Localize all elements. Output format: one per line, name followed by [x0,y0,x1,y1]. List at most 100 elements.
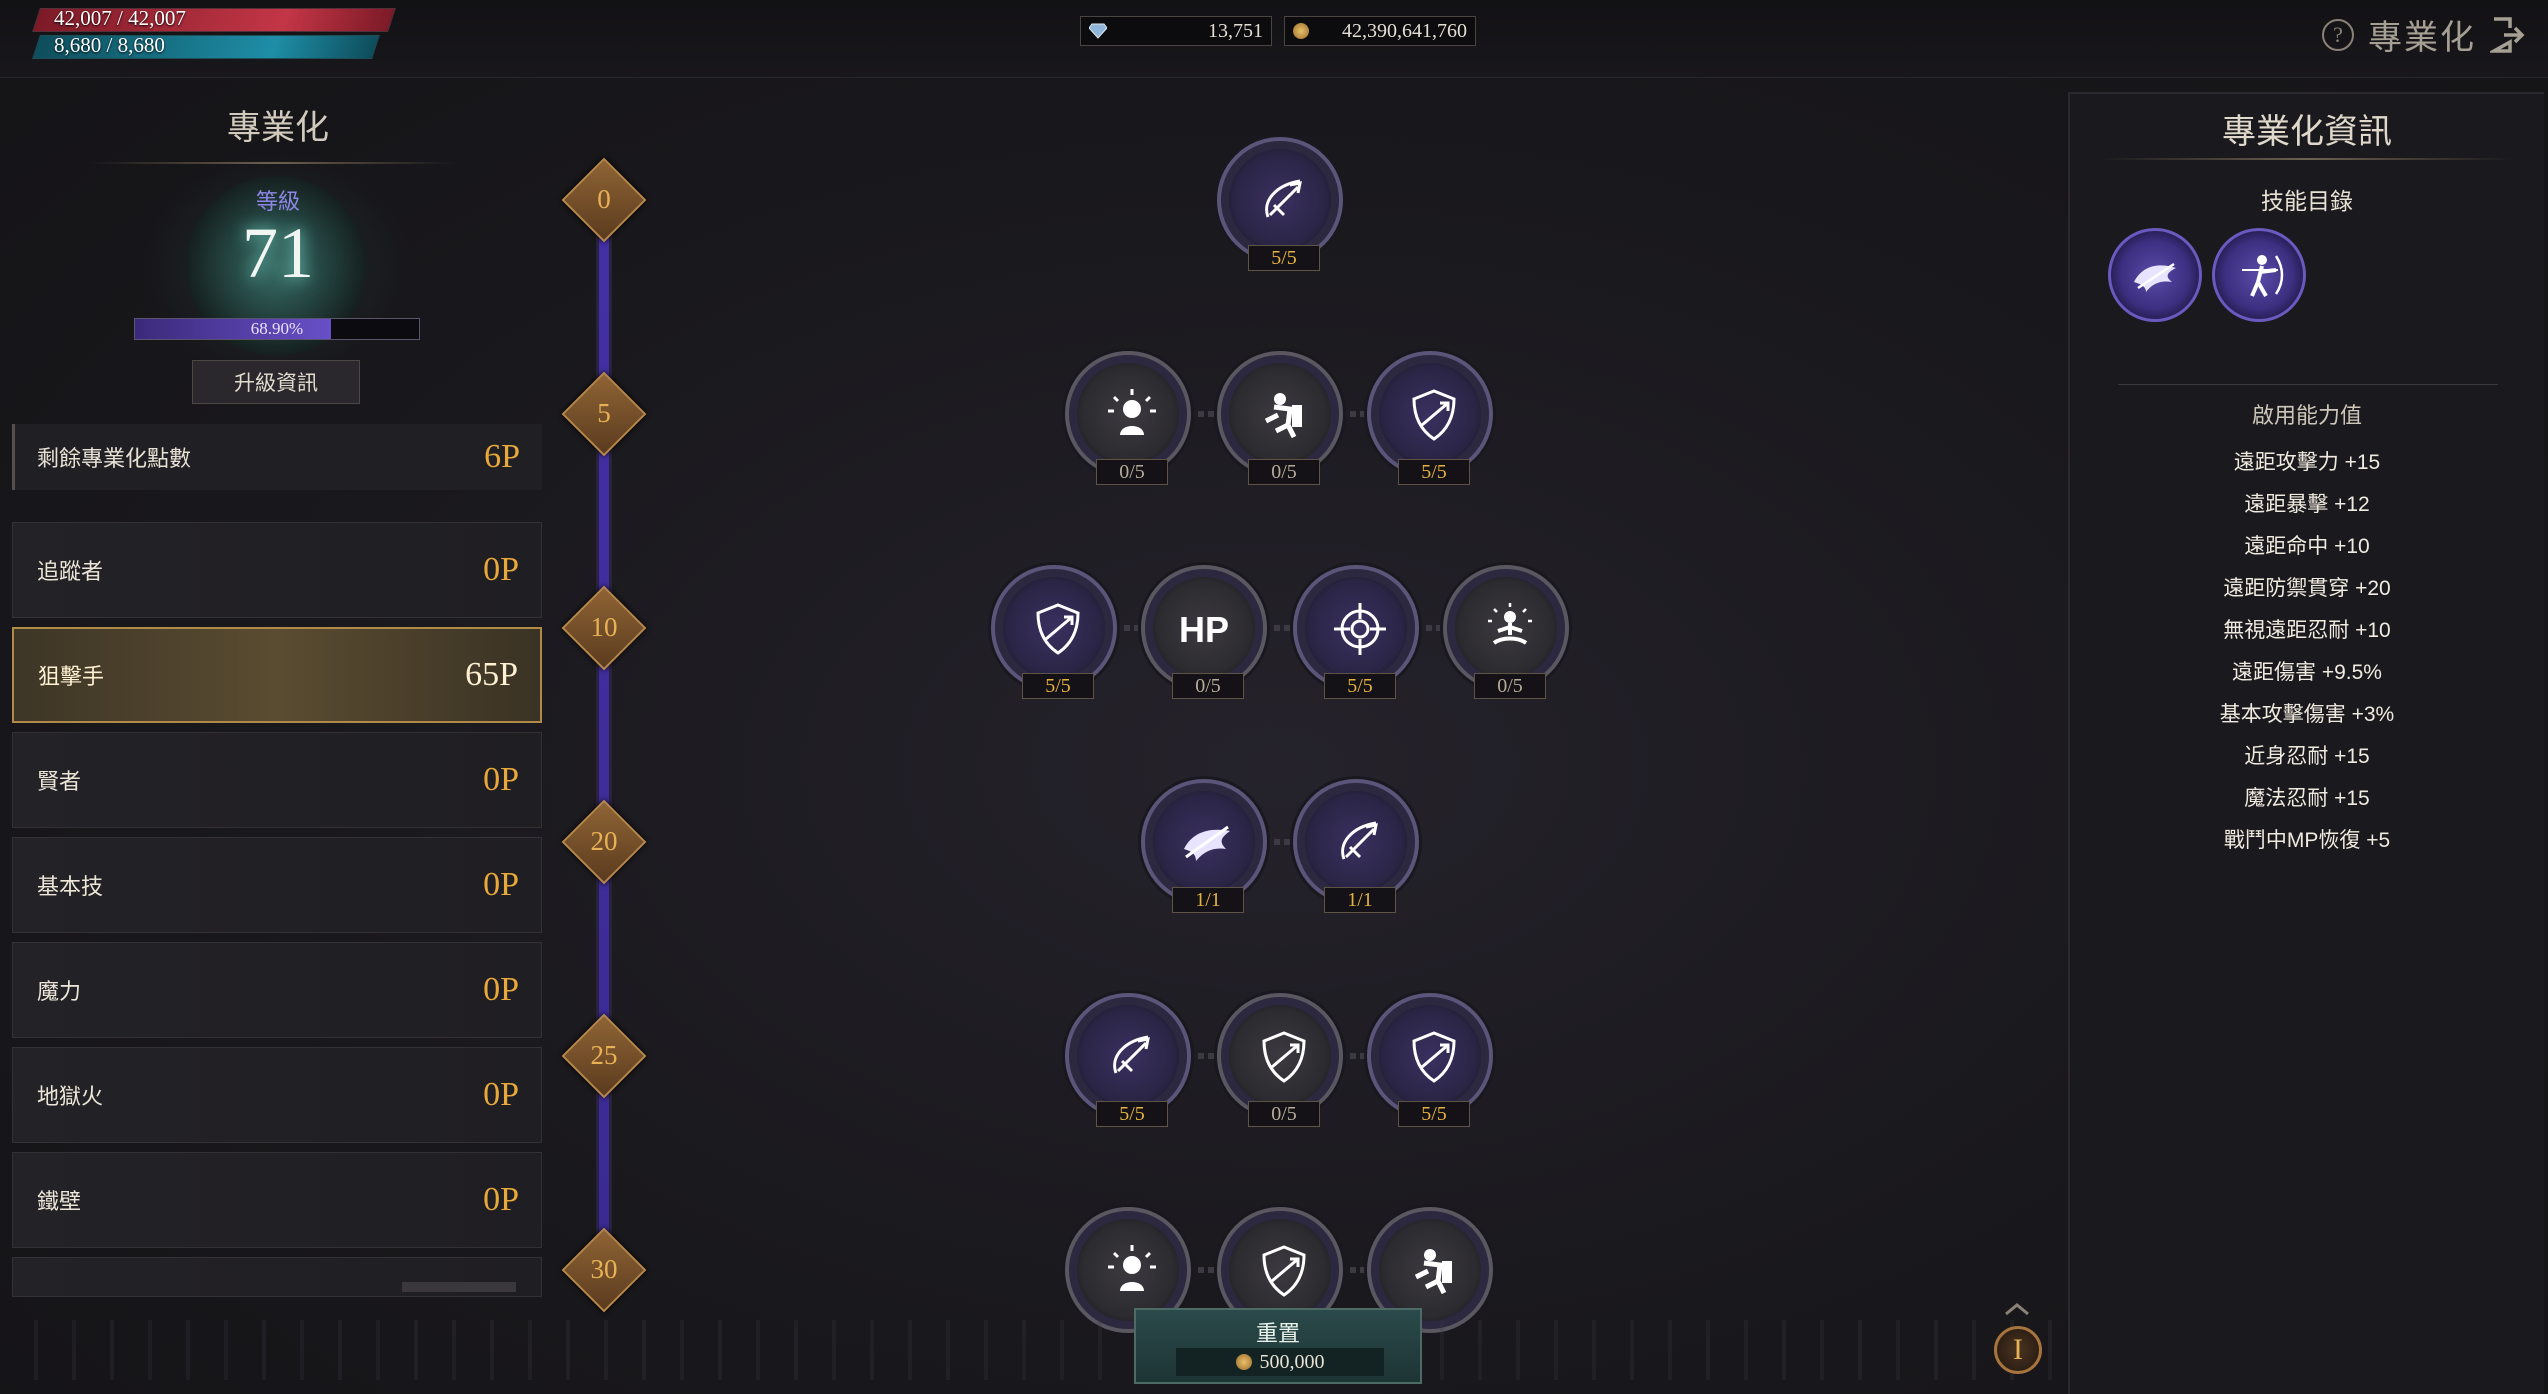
skill-level-badge: 5/5 [1248,245,1320,271]
chevron-up-icon[interactable] [2004,1302,2030,1316]
skill-level-badge: 5/5 [1324,673,1396,699]
stat-line: 無視遠距忍耐 +10 [2223,619,2391,642]
level-track [596,196,612,1294]
level-marker-number: 25 [590,1040,618,1070]
stat-line: 魔法忍耐 +15 [2244,787,2370,810]
node-connector [1264,625,1296,631]
skill-node[interactable]: 5/5 [1217,137,1343,271]
skill-level-badge: 1/1 [1324,887,1396,913]
top-bar: 42,007 / 42,007 8,680 / 8,680 13,751 42,… [0,0,2548,78]
gem-currency: 13,751 [1080,16,1272,46]
spec-item-points: 0P [483,1076,519,1113]
skill-node[interactable]: 5/5 [1367,993,1493,1127]
question-circle-icon[interactable]: ? [2322,18,2354,51]
reset-button[interactable]: 重置 500,000 [1134,1308,1422,1384]
spec-item-points: 0P [483,866,519,903]
node-connector [1114,625,1144,631]
info-button[interactable]: I [1994,1326,2042,1374]
skill-level-badge: 5/5 [1022,673,1094,699]
panel-title: 專業化 [227,110,329,147]
stats-list: 遠距攻擊力 +15 遠距暴擊 +12 遠距命中 +10 遠距防禦貫穿 +20 無… [2070,442,2544,862]
level-marker-number: 5 [597,398,611,428]
mp-text: 8,680 / 8,680 [54,33,165,57]
meditate-icon [1488,603,1532,645]
skill-node[interactable]: 0/5 [1217,993,1343,1127]
node-connector [1264,839,1296,845]
spec-item-label: 基本技 [37,874,104,899]
spec-item-label: 地獄火 [37,1084,104,1109]
stat-line: 遠距暴擊 +12 [2244,493,2370,516]
skill-node[interactable]: 1/1 [1293,779,1419,913]
skill-node[interactable]: 5/5 [1065,993,1191,1127]
spec-item-points: 0P [483,761,519,798]
skill-node[interactable]: 0/5 [1443,565,1569,699]
spec-item-sage[interactable]: 賢者 0P [12,732,542,828]
skill-node[interactable]: 1/1 [1141,779,1267,913]
skill-level-badge: 5/5 [1398,1101,1470,1127]
node-connector [1416,625,1446,631]
skill-level-badge: 0/5 [1248,1101,1320,1127]
skill-node[interactable]: 0/5 [1065,351,1191,485]
burst-person-icon [1108,1245,1156,1291]
remaining-points-label: 剩餘專業化點數 [37,446,192,471]
skill-node[interactable]: 5/5 [1293,565,1419,699]
node-connector [1188,411,1220,417]
gold-currency: 42,390,641,760 [1284,16,1476,46]
crosshair-icon [1334,603,1386,655]
stat-line: 遠距防禦貫穿 +20 [2223,577,2391,600]
reset-cost-value: 500,000 [1259,1351,1325,1373]
spec-item-label: 追蹤者 [37,559,104,584]
skill-level-badge: 0/5 [1172,673,1244,699]
bow-icon [1113,1035,1150,1074]
gem-amount: 13,751 [1208,19,1263,42]
skill-node[interactable]: 5/5 [991,565,1117,699]
hp-text: 42,007 / 42,007 [54,6,186,30]
stat-line: 遠距攻擊力 +15 [2233,451,2381,474]
exp-percent: 68.90% [250,319,304,338]
node-connector [1340,1053,1370,1059]
specialization-list: 追蹤者 0P 狙擊手 65P 賢者 0P 基本技 0P 魔力 0P 地獄火 0P… [12,522,542,1306]
exit-door-icon[interactable] [2490,16,2528,54]
scroll-tab [402,1282,516,1292]
spec-item-points: 0P [483,971,519,1008]
level-marker-number: 0 [597,184,611,214]
skill-level-badge: 5/5 [1398,459,1470,485]
spec-item-hellfire[interactable]: 地獄火 0P [12,1047,542,1143]
crouch-guard-icon [1414,1249,1452,1295]
remaining-points-value: 6P [484,438,520,475]
crouch-guard-icon [1264,393,1302,439]
section-divider [2118,384,2498,385]
spec-item-basic-skill[interactable]: 基本技 0P [12,837,542,933]
level-info-button[interactable]: 升級資訊 [192,360,360,404]
dragon-shot-icon[interactable] [2108,228,2202,322]
level-number: 71 [242,213,314,293]
gold-coin-icon [1293,23,1309,39]
title-divider [2100,158,2516,160]
bow-icon [1341,821,1378,860]
reset-label: 重置 [1255,1321,1300,1346]
spec-item-magic[interactable]: 魔力 0P [12,942,542,1038]
bow-icon [1265,179,1302,218]
spec-item-points: 0P [483,1181,519,1218]
stat-line: 基本攻擊傷害 +3% [2219,703,2395,726]
spec-item-sniper[interactable]: 狙擊手 65P [12,627,542,723]
reset-cost: 500,000 [1176,1348,1384,1376]
spec-info-panel: 專業化資訊 技能目錄 啟用能力值 遠距攻擊力 +15 遠距暴擊 +12 遠距命中… [2068,92,2544,1394]
skill-node[interactable]: 5/5 [1367,351,1493,485]
skill-node[interactable]: 0/5 [1217,351,1343,485]
spec-item-label: 狙擊手 [38,664,105,689]
skill-level-badge: 1/1 [1172,887,1244,913]
spec-info-title: 專業化資訊 [2222,114,2392,151]
level-marker-number: 20 [590,826,618,856]
skill-level-badge: 0/5 [1096,459,1168,485]
shield-icon [1262,1245,1306,1297]
spec-item-tracker[interactable]: 追蹤者 0P [12,522,542,618]
bottom-decoration [0,1320,2060,1380]
exp-bar: 68.90% [134,318,420,340]
node-connector [1340,1267,1370,1273]
shield-icon [1412,1031,1456,1083]
spec-item-iron-wall[interactable]: 鐵壁 0P [12,1152,542,1248]
archer-icon[interactable] [2212,228,2306,322]
stat-line: 遠距命中 +10 [2244,535,2370,558]
skill-node[interactable]: HP 0/5 [1141,565,1267,699]
